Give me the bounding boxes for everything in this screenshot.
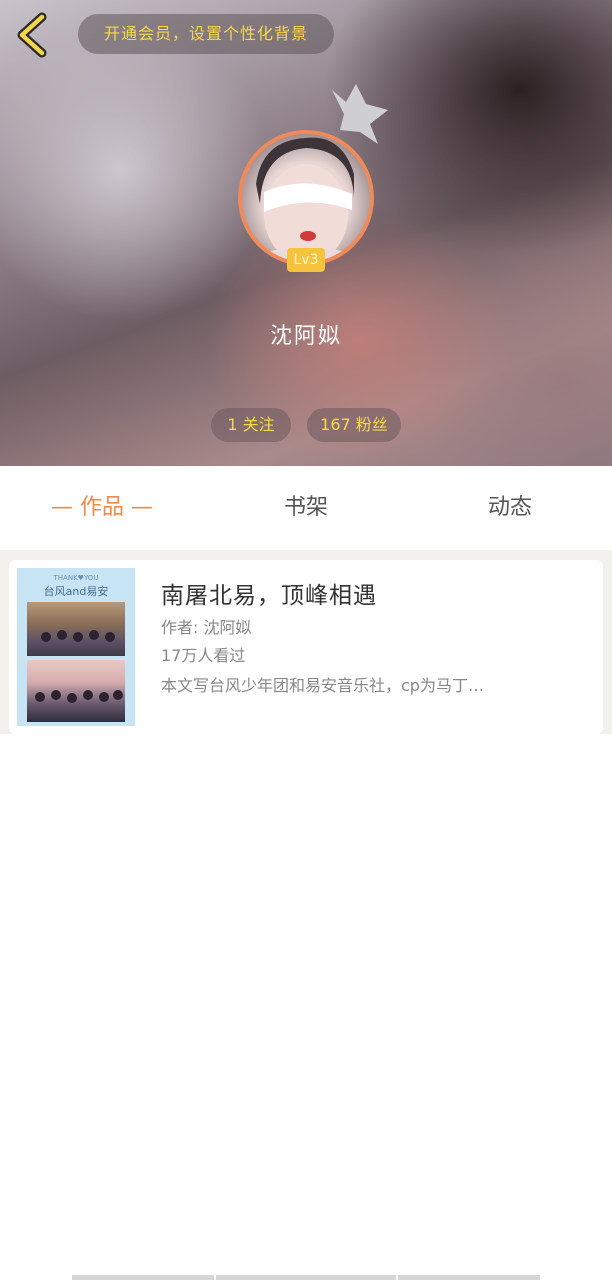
level-badge: Lv3 bbox=[287, 248, 325, 272]
tab-works[interactable]: — 作品 — bbox=[0, 466, 204, 550]
tab-bookshelf[interactable]: 书架 bbox=[204, 466, 408, 550]
following-count[interactable]: 1 关注 bbox=[211, 408, 291, 442]
cover-caption: THANK♥YOU bbox=[53, 574, 99, 582]
indicator-segment bbox=[72, 1275, 214, 1280]
work-title: 南屠北易，顶峰相遇 bbox=[161, 583, 377, 609]
avatar-image bbox=[250, 137, 362, 262]
cover-photo-top bbox=[27, 602, 125, 656]
username: 沈阿姒 bbox=[269, 324, 342, 349]
profile-header: 开通会员，设置个性化背景 Lv3 沈阿姒 1 关注 167 粉丝 bbox=[0, 0, 612, 466]
work-description: 本文写台风少年团和易安音乐社，cp为马丁… bbox=[161, 676, 484, 695]
fans-count[interactable]: 167 粉丝 bbox=[307, 408, 401, 442]
indicator-segment bbox=[216, 1275, 396, 1280]
cover-title: 台风and易安 bbox=[43, 585, 109, 598]
back-button[interactable] bbox=[12, 10, 52, 60]
work-card[interactable]: THANK♥YOU 台风and易安 南屠北易，顶峰相遇 作者: 沈阿姒 17万人… bbox=[9, 560, 603, 734]
vip-banner[interactable]: 开通会员，设置个性化背景 bbox=[78, 14, 334, 54]
avatar[interactable] bbox=[238, 130, 374, 266]
cover-photo-bottom bbox=[27, 660, 125, 722]
chevron-left-icon bbox=[17, 12, 47, 58]
work-views: 17万人看过 bbox=[161, 646, 246, 665]
bottom-indicator bbox=[72, 1275, 540, 1280]
indicator-segment bbox=[398, 1275, 540, 1280]
profile-tabs: — 作品 — 书架 动态 bbox=[0, 466, 612, 550]
book-cover[interactable]: THANK♥YOU 台风and易安 bbox=[17, 568, 135, 726]
tab-moments[interactable]: 动态 bbox=[408, 466, 612, 550]
work-author: 作者: 沈阿姒 bbox=[161, 618, 252, 637]
